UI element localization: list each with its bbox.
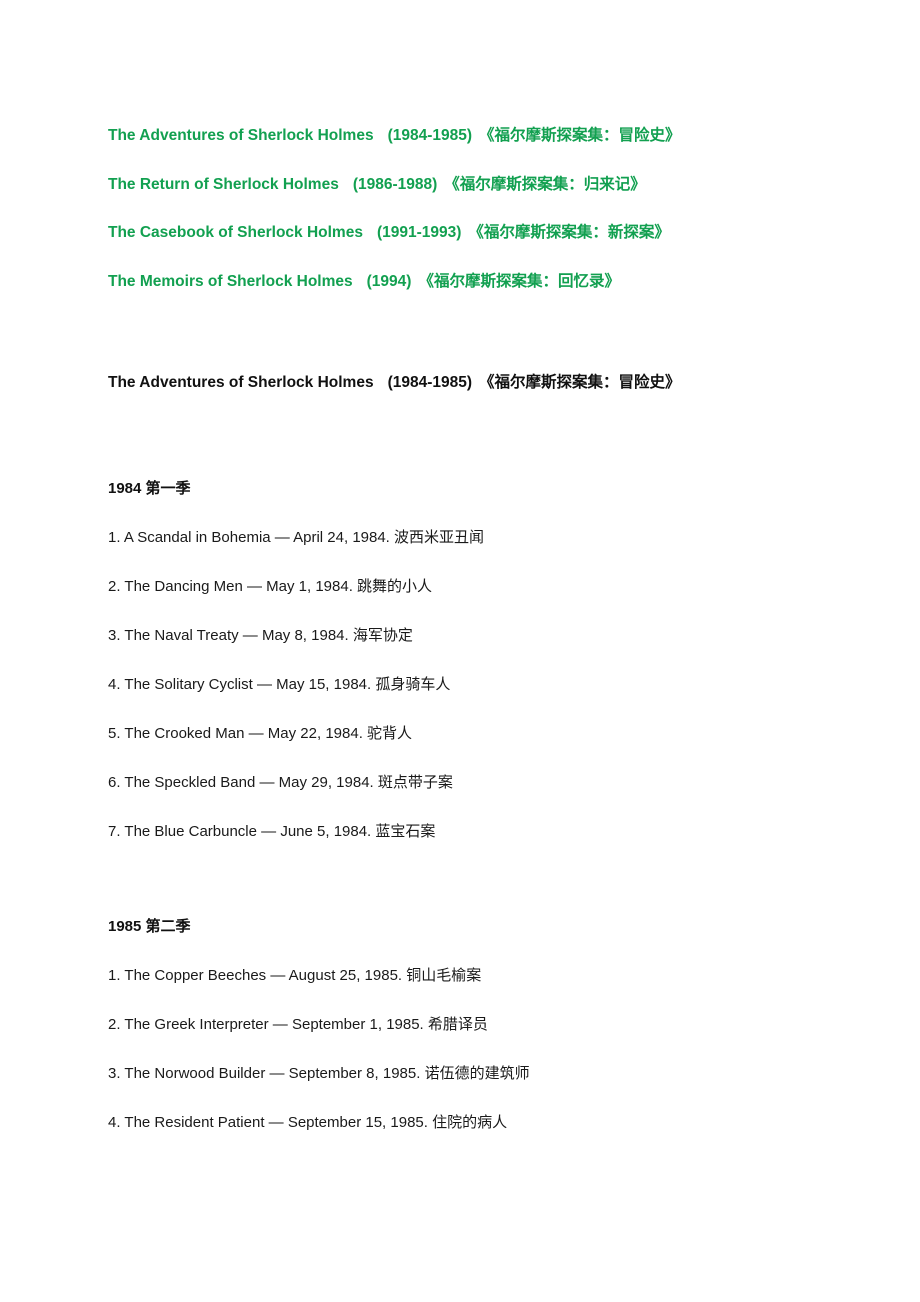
document-page: The Adventures of Sherlock Holmes (1984-1… [0, 0, 920, 1302]
toc-chinese-title: 《福尔摩斯探案集：归来记》 [444, 175, 646, 193]
season-block-1985: 1985 第二季 1. The Copper Beeches — August … [108, 919, 812, 1130]
season-heading: 1984 第一季 [108, 479, 191, 497]
toc-chinese-title: 《福尔摩斯探案集：新探案》 [468, 224, 670, 241]
toc-title: The Return of Sherlock Holmes [108, 175, 339, 193]
section-heading: The Adventures of Sherlock Holmes (1984-1… [108, 375, 812, 391]
episode-item: 1. A Scandal in Bohemia — April 24, 1984… [108, 528, 485, 546]
toc-years: (1986-1988) [352, 175, 438, 193]
episode-item: 5. The Crooked Man — May 22, 1984. 驼背人 [108, 724, 413, 742]
episode-item: 4. The Solitary Cyclist — May 15, 1984. … [108, 675, 451, 693]
toc-link-adventures[interactable]: The Adventures of Sherlock Holmes (1984-1… [108, 128, 812, 144]
season-block-1984: 1984 第一季 1. A Scandal in Bohemia — April… [108, 481, 812, 839]
episode-item: 1. The Copper Beeches — August 25, 1985.… [108, 966, 482, 984]
season-heading: 1985 第二季 [108, 917, 191, 935]
toc-chinese-title: 《福尔摩斯探案集：冒险史》 [479, 127, 681, 144]
episode-item: 6. The Speckled Band — May 29, 1984. 斑点带… [108, 773, 453, 791]
toc-chinese-title: 《福尔摩斯探案集：回忆录》 [418, 272, 620, 290]
episode-item: 7. The Blue Carbuncle — June 5, 1984. 蓝宝… [108, 822, 436, 840]
section-title-text: The Adventures of Sherlock Holmes [108, 374, 374, 391]
toc-link-casebook[interactable]: The Casebook of Sherlock Holmes (1991-199… [108, 225, 812, 241]
toc-link-return[interactable]: The Return of Sherlock Holmes (1986-1988)… [108, 175, 812, 193]
episode-item: 3. The Norwood Builder — September 8, 19… [108, 1064, 530, 1082]
section-years: (1984-1985) [387, 374, 473, 391]
toc-years: (1984-1985) [387, 127, 473, 144]
toc-link-memoirs[interactable]: The Memoirs of Sherlock Holmes (1994) 《福尔摩… [108, 272, 812, 290]
episode-item: 2. The Dancing Men — May 1, 1984. 跳舞的小人 [108, 577, 433, 595]
toc-title: The Casebook of Sherlock Holmes [108, 224, 363, 241]
toc-title: The Adventures of Sherlock Holmes [108, 127, 374, 144]
series-toc: The Adventures of Sherlock Holmes (1984-1… [108, 0, 812, 289]
episode-item: 4. The Resident Patient — September 15, … [108, 1113, 508, 1131]
episode-item: 2. The Greek Interpreter — September 1, … [108, 1015, 488, 1033]
toc-title: The Memoirs of Sherlock Holmes [108, 272, 353, 290]
toc-years: (1991-1993) [376, 224, 462, 241]
section-chinese-title: 《福尔摩斯探案集：冒险史》 [479, 374, 681, 391]
toc-years: (1994) [366, 272, 412, 290]
episode-item: 3. The Naval Treaty — May 8, 1984. 海军协定 [108, 626, 413, 644]
